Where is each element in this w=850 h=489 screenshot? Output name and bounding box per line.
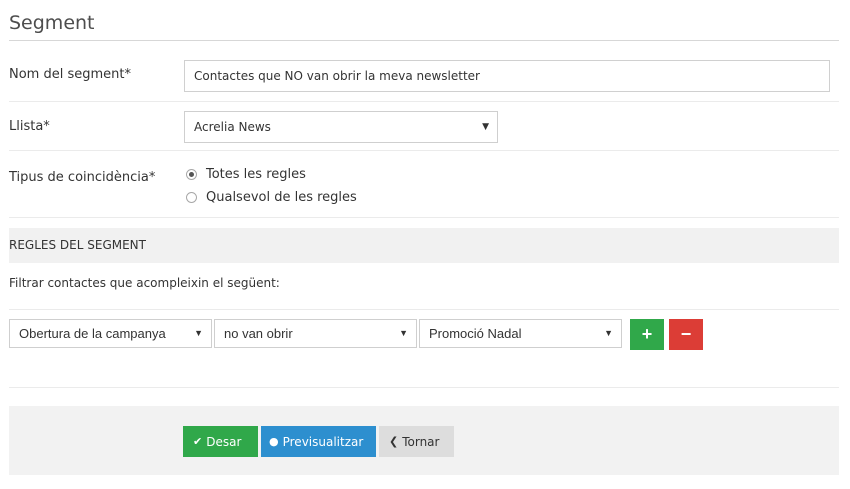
preview-button[interactable]: ● Previsualitzar [261, 426, 376, 457]
remove-rule-button[interactable]: − [669, 319, 703, 350]
match-type-label: Tipus de coincidència* [9, 170, 156, 185]
radio-selected-icon[interactable] [186, 169, 197, 180]
add-rule-button[interactable]: + [630, 319, 664, 350]
back-button-label: Tornar [402, 434, 440, 449]
rules-section-title: REGLES DEL SEGMENT [9, 238, 146, 252]
rule-condition-select[interactable]: no van obrir ▼ [214, 319, 417, 348]
radio-unselected-icon[interactable] [186, 192, 197, 203]
check-icon: ✔ [193, 435, 203, 448]
preview-button-label: Previsualitzar [282, 434, 364, 449]
radio-any-rule-label: Qualsevol de les regles [206, 190, 357, 205]
segment-name-label: Nom del segment* [9, 67, 131, 82]
list-label: Llista* [9, 119, 50, 134]
radio-all-rules-label: Totes les regles [206, 167, 306, 182]
eye-circle-icon: ● [269, 435, 279, 448]
rules-section-header: REGLES DEL SEGMENT [9, 228, 839, 263]
page-title: Segment [9, 12, 95, 34]
save-button[interactable]: ✔ Desar [183, 426, 258, 457]
row-divider [9, 309, 839, 310]
row-divider [9, 101, 839, 102]
title-divider [9, 40, 839, 41]
caret-down-icon: ▼ [194, 328, 203, 338]
list-select-value: Acrelia News [194, 120, 271, 134]
plus-icon: + [641, 324, 653, 344]
caret-down-icon: ▼ [604, 328, 613, 338]
list-select[interactable]: Acrelia News ▼ [184, 111, 498, 143]
rule-campaign-value: Promoció Nadal [429, 326, 522, 341]
chevron-left-icon: ❮ [389, 435, 399, 448]
back-button[interactable]: ❮ Tornar [379, 426, 454, 457]
caret-down-icon: ▼ [482, 122, 489, 132]
save-button-label: Desar [206, 434, 242, 449]
row-divider [9, 150, 839, 151]
radio-all-rules[interactable]: Totes les regles [186, 167, 306, 182]
row-divider [9, 387, 839, 388]
rule-field-value: Obertura de la campanya [19, 326, 166, 341]
rule-field-select[interactable]: Obertura de la campanya ▼ [9, 319, 212, 348]
rule-condition-value: no van obrir [224, 326, 293, 341]
radio-any-rule[interactable]: Qualsevol de les regles [186, 190, 357, 205]
segment-name-value: Contactes que NO van obrir la meva newsl… [194, 69, 480, 83]
caret-down-icon: ▼ [399, 328, 408, 338]
rule-campaign-select[interactable]: Promoció Nadal ▼ [419, 319, 622, 348]
minus-icon: − [680, 324, 692, 344]
row-divider [9, 217, 839, 218]
filter-description: Filtrar contactes que acompleixin el seg… [9, 276, 280, 290]
segment-name-input[interactable]: Contactes que NO van obrir la meva newsl… [184, 60, 830, 92]
